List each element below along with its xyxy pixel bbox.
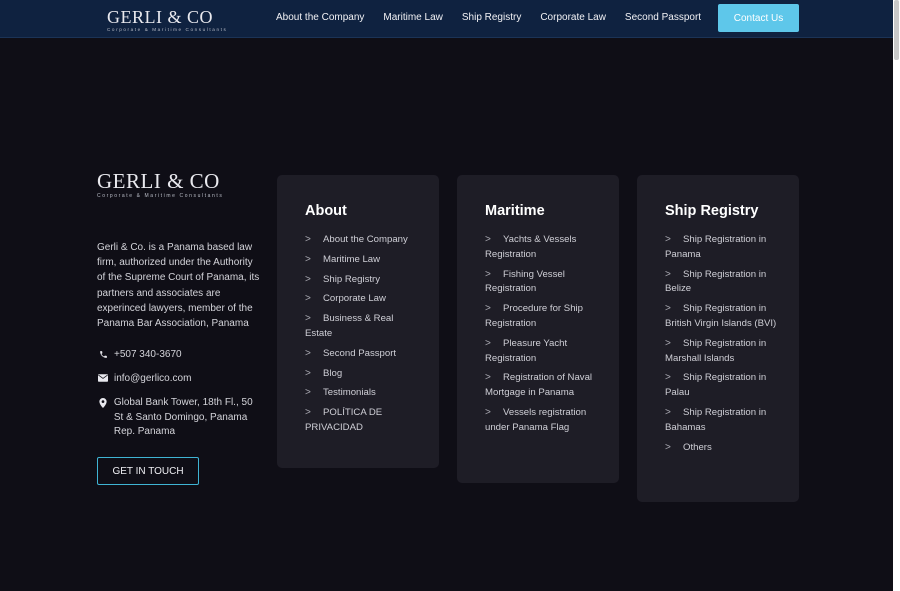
ship-registry-link[interactable]: > Ship Registration in Bahamas (665, 406, 779, 436)
chevron-right-icon: > (485, 406, 491, 418)
chevron-right-icon: > (485, 268, 491, 280)
nav-corporate-law[interactable]: Corporate Law (540, 12, 606, 23)
chevron-right-icon: > (665, 372, 671, 384)
maritime-link[interactable]: > Registration of Naval Mortgage in Panam… (485, 371, 599, 401)
address-text: Global Bank Tower, 18th Fl., 50 St & San… (113, 397, 253, 437)
chevron-right-icon: > (665, 303, 671, 315)
chevron-right-icon: > (665, 234, 671, 245)
maritime-card: Maritime > Yachts & Vessels Registration … (457, 175, 619, 483)
contact-address: Global Bank Tower, 18th Fl., 50 St & San… (97, 396, 262, 440)
nav-about-company[interactable]: About the Company (276, 12, 364, 23)
chevron-right-icon: > (665, 337, 671, 349)
footer-logo-tagline: Corporate & Maritime Consultants (97, 193, 224, 199)
maritime-link[interactable]: > Pleasure Yacht Registration (485, 337, 599, 367)
ship-registry-link[interactable]: > Others (665, 441, 779, 456)
about-link[interactable]: > Ship Registry (305, 273, 419, 288)
maritime-link[interactable]: > Vessels registration under Panama Flag (485, 406, 599, 436)
phone-number: +507 340-3670 (114, 349, 182, 360)
ship-registry-link[interactable]: > Ship Registration in Palau (665, 371, 779, 401)
maritime-link[interactable]: > Yachts & Vessels Registration (485, 233, 599, 263)
chevron-right-icon: > (485, 303, 491, 315)
header-logo[interactable]: GERLI & CO Corporate & Maritime Consulta… (107, 8, 227, 32)
get-in-touch-button[interactable]: GET IN TOUCH (97, 457, 199, 485)
chevron-right-icon: > (305, 407, 311, 419)
main-nav: About the Company Maritime Law Ship Regi… (276, 12, 701, 23)
logo-tagline: Corporate & Maritime Consultants (107, 27, 228, 32)
site-header: GERLI & CO Corporate & Maritime Consulta… (0, 0, 893, 38)
company-description: Gerli & Co. is a Panama based law firm, … (97, 242, 260, 330)
contact-email[interactable]: info@gerlico.com (97, 372, 191, 387)
map-pin-icon (97, 396, 109, 440)
logo-name: GERLI & CO (107, 7, 213, 27)
chevron-right-icon: > (305, 253, 311, 265)
contact-phone[interactable]: +507 340-3670 (97, 348, 182, 363)
maritime-link[interactable]: > Procedure for Ship Registration (485, 302, 599, 332)
about-card: About > About the Company > Maritime Law >… (277, 175, 439, 468)
chevron-right-icon: > (305, 347, 311, 359)
scrollbar-thumb[interactable] (894, 0, 899, 60)
chevron-right-icon: > (665, 268, 671, 280)
about-link[interactable]: > Testimonials (305, 386, 419, 401)
about-link[interactable]: > Corporate Law (305, 292, 419, 307)
phone-icon (97, 348, 109, 363)
nav-second-passport[interactable]: Second Passport (625, 12, 701, 23)
maritime-title: Maritime (485, 203, 545, 219)
scrollbar-track[interactable] (893, 0, 900, 591)
chevron-right-icon: > (665, 441, 671, 453)
chevron-right-icon: > (665, 406, 671, 418)
about-title: About (305, 203, 347, 219)
about-link[interactable]: > About the Company (305, 233, 419, 248)
ship-registry-links: > Ship Registration in Panama > Ship Regis… (665, 233, 779, 455)
about-link[interactable]: > Blog (305, 367, 419, 382)
about-link[interactable]: > Second Passport (305, 347, 419, 362)
about-link[interactable]: > Business & Real Estate (305, 312, 419, 342)
chevron-right-icon: > (305, 234, 311, 245)
chevron-right-icon: > (305, 313, 311, 325)
chevron-right-icon: > (485, 234, 491, 245)
ship-registry-link[interactable]: > Ship Registration in Belize (665, 268, 779, 298)
ship-registry-title: Ship Registry (665, 203, 759, 219)
nav-ship-registry[interactable]: Ship Registry (462, 12, 521, 23)
ship-registry-link[interactable]: > Ship Registration in British Virgin Isl… (665, 302, 779, 332)
footer-logo-name: GERLI & CO (97, 169, 220, 193)
chevron-right-icon: > (305, 293, 311, 305)
footer-logo[interactable]: GERLI & CO Corporate & Maritime Consulta… (97, 169, 224, 200)
maritime-link[interactable]: > Fishing Vessel Registration (485, 268, 599, 298)
chevron-right-icon: > (305, 367, 311, 379)
chevron-right-icon: > (485, 372, 491, 384)
nav-maritime-law[interactable]: Maritime Law (383, 12, 442, 23)
email-address: info@gerlico.com (114, 373, 192, 384)
about-links: > About the Company > Maritime Law > Ship R… (305, 233, 419, 436)
ship-registry-link[interactable]: > Ship Registration in Panama (665, 233, 779, 263)
contact-us-button[interactable]: Contact Us (718, 4, 799, 32)
chevron-right-icon: > (305, 387, 311, 399)
ship-registry-link[interactable]: > Ship Registration in Marshall Islands (665, 337, 779, 367)
about-link[interactable]: > POLÍTICA DE PRIVACIDAD (305, 406, 419, 436)
envelope-icon (97, 372, 109, 387)
ship-registry-card: Ship Registry > Ship Registration in Pana… (637, 175, 799, 502)
maritime-links: > Yachts & Vessels Registration > Fishing … (485, 233, 599, 436)
about-link[interactable]: > Maritime Law (305, 253, 419, 268)
chevron-right-icon: > (485, 337, 491, 349)
chevron-right-icon: > (305, 273, 311, 285)
